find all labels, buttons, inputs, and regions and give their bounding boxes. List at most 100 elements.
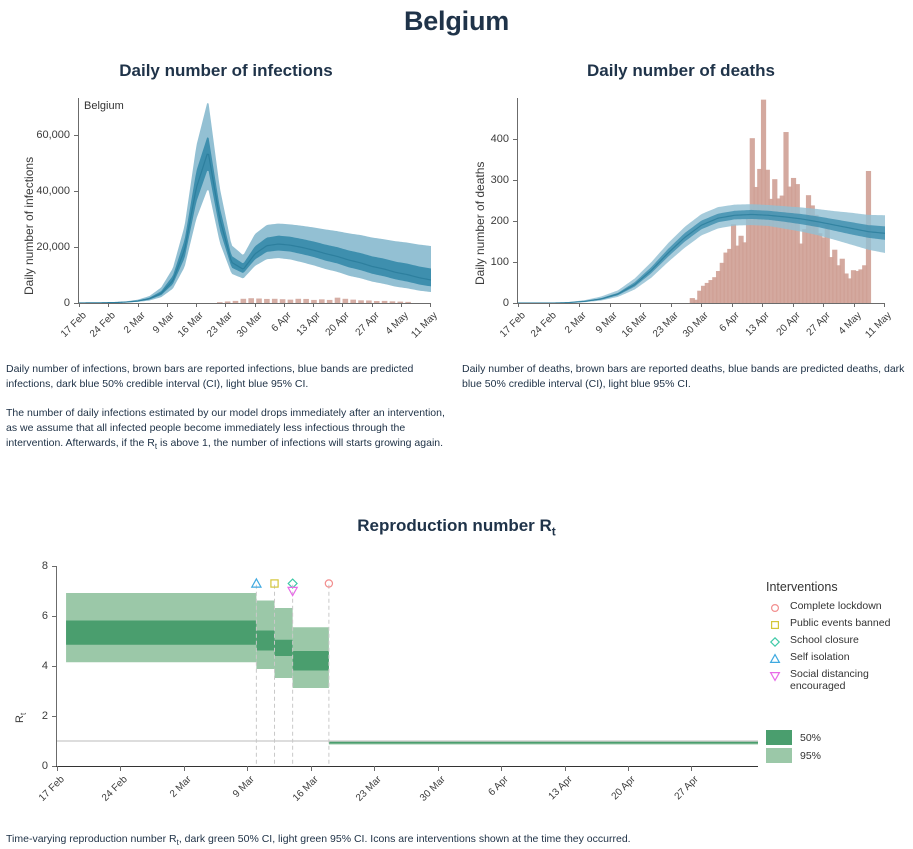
- x-tick-mark: [225, 303, 227, 307]
- x-tick-mark: [731, 303, 733, 307]
- infections-caption: Daily number of infections, brown bars a…: [6, 363, 414, 390]
- x-tick-mark: [437, 766, 439, 771]
- deaths-chart-title: Daily number of deaths: [587, 61, 775, 80]
- legend-band-label: 95%: [800, 749, 822, 762]
- y-tick-label: 400: [490, 133, 509, 145]
- y-tick-label: 40,000: [36, 184, 70, 197]
- daily-deaths-chart: Daily number of deaths 0 100 200 300 400 17 …: [455, 80, 907, 355]
- y-tick-label: 6: [41, 610, 48, 622]
- x-tick-mark: [501, 766, 503, 771]
- rt-plot-area: [57, 556, 758, 766]
- legend-item-label: Self isolation: [790, 651, 850, 663]
- legend-band-swatch: [766, 730, 792, 745]
- x-tick-mark: [792, 303, 794, 307]
- x-tick-mark: [310, 766, 312, 771]
- x-tick-mark: [627, 766, 629, 771]
- x-tick-mark: [564, 766, 566, 771]
- x-tick-mark: [884, 303, 885, 307]
- legend-item[interactable]: Self isolation: [766, 651, 911, 665]
- legend-band-label: 50%: [800, 731, 822, 744]
- rt-caption: Time-varying reproduction number Rt, dar…: [6, 832, 906, 849]
- x-tick-mark: [283, 303, 285, 307]
- y-tick-label: 0: [63, 297, 70, 309]
- x-tick-mark: [691, 766, 693, 771]
- x-tick-label: 24 Feb: [100, 774, 131, 804]
- infections-chart-title: Daily number of infections: [119, 61, 333, 80]
- x-tick-label: 27 Apr: [672, 774, 702, 803]
- infections-y-axis-title: Daily number of infections: [22, 156, 36, 295]
- rt-caption-part2: , dark green 50% CI, light green 95% CI.…: [178, 833, 631, 845]
- legend-band-row[interactable]: 95%: [766, 748, 911, 763]
- x-tick-mark: [120, 766, 122, 771]
- x-tick-mark: [342, 303, 344, 307]
- x-tick-mark: [579, 303, 580, 307]
- legend-item[interactable]: Social distancing encouraged: [766, 668, 911, 692]
- x-tick-mark: [670, 303, 672, 307]
- reproduction-number-chart: Rt 02468 17 Feb 24 Feb 2 Mar 9 Mar 16 Mar 23 …: [0, 548, 760, 828]
- y-tick-label: 8: [41, 560, 48, 572]
- x-tick-mark: [640, 303, 641, 307]
- x-tick-mark: [108, 303, 110, 307]
- dashboard-page: Belgium Daily number of infections Belgi…: [0, 0, 913, 849]
- x-tick-mark: [137, 303, 139, 307]
- infections-caption-secondary: The number of daily infections estimated…: [6, 406, 452, 454]
- x-tick-label: 30 Mar: [417, 774, 448, 804]
- x-tick-mark: [853, 303, 855, 307]
- infections-caption2-part2: is above 1, the number of infections wil…: [157, 437, 444, 449]
- legend-item[interactable]: School closure: [766, 634, 911, 648]
- x-tick-label: 17 Feb: [36, 774, 67, 804]
- legend-item[interactable]: Public events banned: [766, 617, 911, 631]
- x-tick-label: 9 Mar: [231, 774, 258, 800]
- x-tick-mark: [247, 766, 249, 771]
- y-tick-label: 0: [502, 297, 509, 309]
- interventions-legend: Interventions Complete lockdown Public ev…: [766, 580, 911, 766]
- x-tick-label: 23 Mar: [354, 774, 384, 804]
- y-tick-label: 2: [41, 710, 48, 722]
- legend-band-list: 50% 95%: [766, 730, 911, 763]
- rt-title-subscript: t: [551, 524, 556, 539]
- x-tick-mark: [374, 766, 376, 771]
- deaths-caption: Daily number of deaths, brown bars are r…: [462, 363, 905, 390]
- rt-x-axis-line: [56, 766, 758, 768]
- circle-icon: [766, 601, 784, 614]
- legend-item-label: Complete lockdown: [790, 600, 882, 612]
- x-tick-mark: [254, 303, 256, 307]
- legend-item-label: School closure: [790, 634, 859, 646]
- y-tick-label: 60,000: [36, 128, 70, 141]
- x-tick-mark: [548, 303, 550, 307]
- y-tick-label: 100: [490, 256, 509, 268]
- x-tick-mark: [166, 303, 168, 307]
- legend-item[interactable]: Complete lockdown: [766, 600, 911, 614]
- x-tick-mark: [57, 766, 58, 771]
- y-tick-label: 20,000: [36, 240, 70, 253]
- x-tick-mark: [196, 303, 197, 307]
- x-tick-label: 6 Apr: [486, 774, 511, 799]
- x-tick-mark: [762, 303, 763, 307]
- x-tick-mark: [518, 303, 519, 307]
- legend-item-list: Complete lockdown Public events banned Sch…: [766, 600, 911, 692]
- legend-item-label: Social distancing encouraged: [790, 668, 869, 692]
- x-tick-mark: [313, 303, 314, 307]
- x-tick-mark: [79, 303, 80, 307]
- y-tick-label: 4: [41, 660, 48, 672]
- x-tick-mark: [430, 303, 431, 307]
- legend-band-row[interactable]: 50%: [766, 730, 911, 745]
- x-tick-mark: [400, 303, 402, 307]
- rt-title-main: Reproduction number R: [357, 516, 552, 535]
- page-title: Belgium: [403, 6, 510, 36]
- x-tick-mark: [701, 303, 702, 307]
- x-tick-label: 2 Mar: [167, 774, 194, 800]
- x-tick-mark: [371, 303, 373, 307]
- triangle-up-icon: [766, 652, 784, 665]
- triangle-down-icon: [766, 669, 784, 682]
- x-tick-label: 16 Mar: [290, 774, 321, 804]
- legend-band-swatch: [766, 748, 792, 763]
- rt-chart-title: Reproduction number Rt: [0, 516, 913, 538]
- x-tick-mark: [183, 766, 185, 771]
- legend-title: Interventions: [766, 580, 838, 594]
- rt-caption-part1: Time-varying reproduction number R: [6, 833, 177, 845]
- square-icon: [766, 618, 784, 631]
- infections-plot-area: [79, 98, 431, 303]
- y-tick-label: 200: [490, 215, 509, 227]
- deaths-plot-area: [518, 98, 885, 303]
